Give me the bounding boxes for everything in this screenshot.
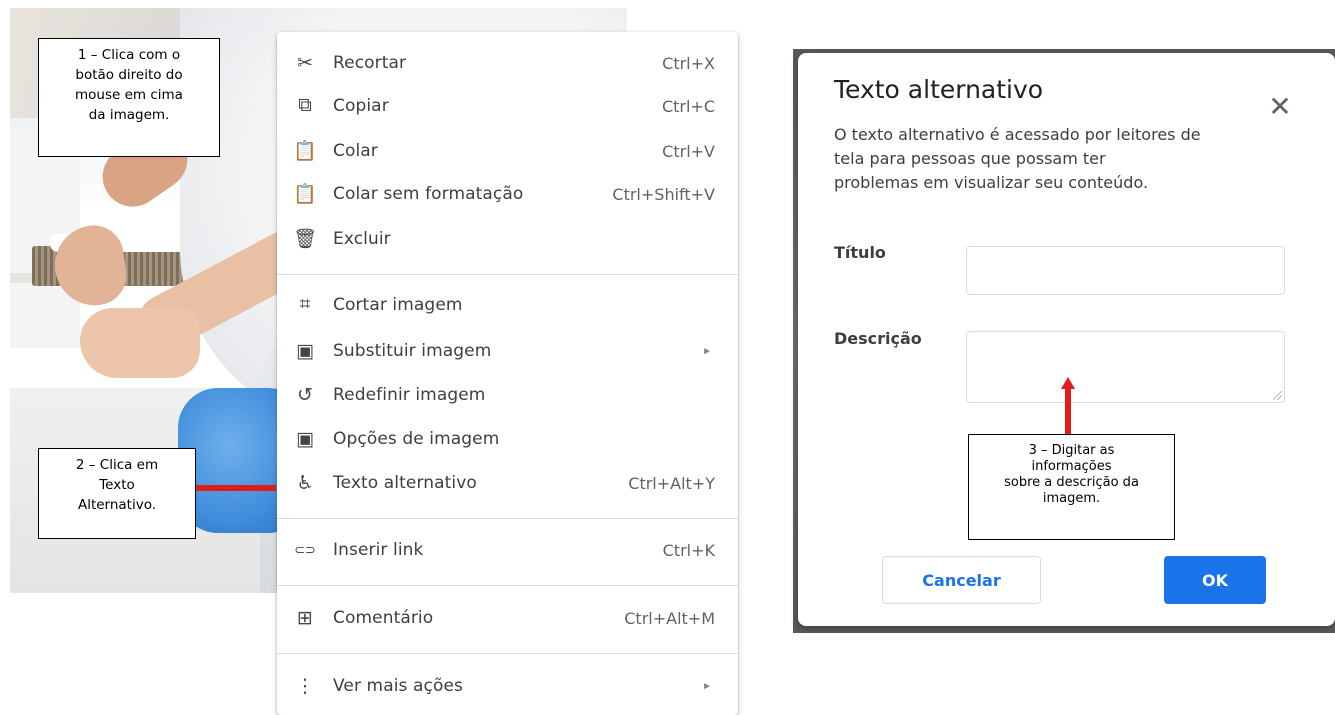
- menu-item-image-options[interactable]: ▣ Opções de imagem: [277, 419, 738, 459]
- callout-line: sobre a descrição da: [1004, 475, 1139, 490]
- menu-item-label: Cortar imagem: [333, 295, 463, 315]
- callout-line: 3 – Digitar as: [1028, 443, 1115, 458]
- menu-separator: [277, 653, 738, 654]
- cancel-button[interactable]: Cancelar: [882, 556, 1041, 604]
- menu-item-shortcut: Ctrl+V: [662, 141, 715, 161]
- title-input[interactable]: [966, 246, 1285, 295]
- context-menu: ✂ Recortar Ctrl+X ⧉ Copiar Ctrl+C 📋 Cola…: [277, 32, 738, 715]
- menu-separator: [277, 585, 738, 586]
- accessibility-icon: ♿: [296, 472, 314, 494]
- paste-icon: 📋: [293, 141, 317, 162]
- menu-item-label: Ver mais ações: [333, 676, 464, 696]
- ok-button[interactable]: OK: [1164, 556, 1266, 604]
- menu-item-label: Texto alternativo: [333, 473, 477, 493]
- image-options-icon: ▣: [296, 428, 314, 450]
- callout-line: mouse em cima: [75, 87, 183, 103]
- annotation-connector: [196, 485, 276, 491]
- title-field-label: Título: [834, 243, 886, 262]
- menu-item-label: Inserir link: [333, 540, 424, 560]
- menu-item-label: Recortar: [333, 53, 407, 73]
- menu-item-label: Copiar: [333, 96, 389, 116]
- menu-item-label: Substituir imagem: [333, 341, 492, 361]
- callout-step-3: 3 – Digitar as informações sobre a descr…: [968, 434, 1175, 540]
- callout-line: imagem.: [1042, 491, 1101, 506]
- more-vert-icon: ⋮: [295, 675, 315, 697]
- callout-line: informações: [1031, 459, 1112, 474]
- menu-separator: [277, 518, 738, 519]
- menu-item-label: Colar sem formatação: [333, 184, 524, 204]
- menu-item-comment[interactable]: ⊞ Comentário Ctrl+Alt+M: [277, 598, 738, 638]
- resize-grip-icon[interactable]: [1273, 391, 1282, 400]
- menu-item-reset-image[interactable]: ↺ Redefinir imagem: [277, 375, 738, 415]
- annotation-connector: [1065, 388, 1071, 436]
- trash-icon: 🗑: [292, 229, 318, 250]
- menu-item-label: Comentário: [333, 608, 434, 628]
- chevron-right-icon: ►: [702, 680, 712, 692]
- callout-step-1: 1 – Clica com o botão direito do mouse e…: [38, 38, 220, 157]
- reset-image-icon: ↺: [297, 384, 313, 406]
- chevron-right-icon: ►: [702, 345, 712, 357]
- copy-icon: ⧉: [298, 95, 312, 116]
- menu-item-shortcut: Ctrl+Shift+V: [612, 184, 715, 204]
- callout-line: botão direito do: [75, 67, 183, 83]
- description-field-label: Descrição: [834, 329, 922, 348]
- menu-item-more-actions[interactable]: ⋮ Ver mais ações ►: [277, 666, 738, 706]
- menu-separator: [277, 274, 738, 275]
- menu-item-replace-image[interactable]: ▣ Substituir imagem ►: [277, 331, 738, 371]
- callout-line: da imagem.: [88, 107, 170, 123]
- image-icon: ▣: [296, 340, 314, 362]
- menu-item-label: Redefinir imagem: [333, 385, 486, 405]
- menu-item-shortcut: Ctrl+Alt+M: [624, 608, 715, 628]
- alt-text-dialog: Texto alternativo ✕ O texto alternativo …: [798, 53, 1335, 626]
- menu-item-paste-plain[interactable]: 📋 Colar sem formatação Ctrl+Shift+V: [277, 174, 738, 214]
- dialog-description: O texto alternativo é acessado por leito…: [834, 125, 1201, 192]
- callout-step-2: 2 – Clica em Texto Alternativo.: [38, 448, 196, 539]
- dialog-title: Texto alternativo: [834, 75, 1044, 104]
- menu-item-shortcut: Ctrl+C: [661, 96, 715, 116]
- menu-item-shortcut: Ctrl+X: [662, 53, 715, 73]
- menu-item-label: Opções de imagem: [333, 429, 500, 449]
- menu-item-cut[interactable]: ✂ Recortar Ctrl+X: [277, 43, 738, 83]
- photo-foot: [80, 308, 200, 378]
- callout-line: 1 – Clica com o: [77, 47, 181, 63]
- menu-item-paste[interactable]: 📋 Colar Ctrl+V: [277, 131, 738, 171]
- crop-icon: ⌗: [299, 294, 311, 315]
- menu-item-alt-text[interactable]: ♿ Texto alternativo Ctrl+Alt+Y: [277, 463, 738, 503]
- menu-item-shortcut: Ctrl+Alt+Y: [628, 473, 715, 493]
- description-textarea[interactable]: [966, 331, 1285, 403]
- scissors-icon: ✂: [297, 52, 313, 74]
- paste-plain-icon: 📋: [293, 184, 317, 205]
- menu-item-label: Excluir: [333, 229, 391, 249]
- menu-item-copy[interactable]: ⧉ Copiar Ctrl+C: [277, 86, 738, 126]
- close-icon[interactable]: ✕: [1266, 93, 1294, 121]
- menu-item-crop-image[interactable]: ⌗ Cortar imagem: [277, 285, 738, 325]
- menu-item-shortcut: Ctrl+K: [662, 540, 715, 560]
- menu-item-delete[interactable]: 🗑 Excluir: [277, 219, 738, 259]
- comment-add-icon: ⊞: [297, 607, 313, 629]
- callout-line: Texto: [99, 477, 135, 493]
- menu-item-insert-link[interactable]: ⊂⊃ Inserir link Ctrl+K: [277, 530, 738, 570]
- callout-line: 2 – Clica em: [75, 457, 159, 473]
- link-icon: ⊂⊃: [294, 542, 316, 557]
- callout-line: Alternativo.: [77, 497, 157, 513]
- menu-item-label: Colar: [333, 141, 378, 161]
